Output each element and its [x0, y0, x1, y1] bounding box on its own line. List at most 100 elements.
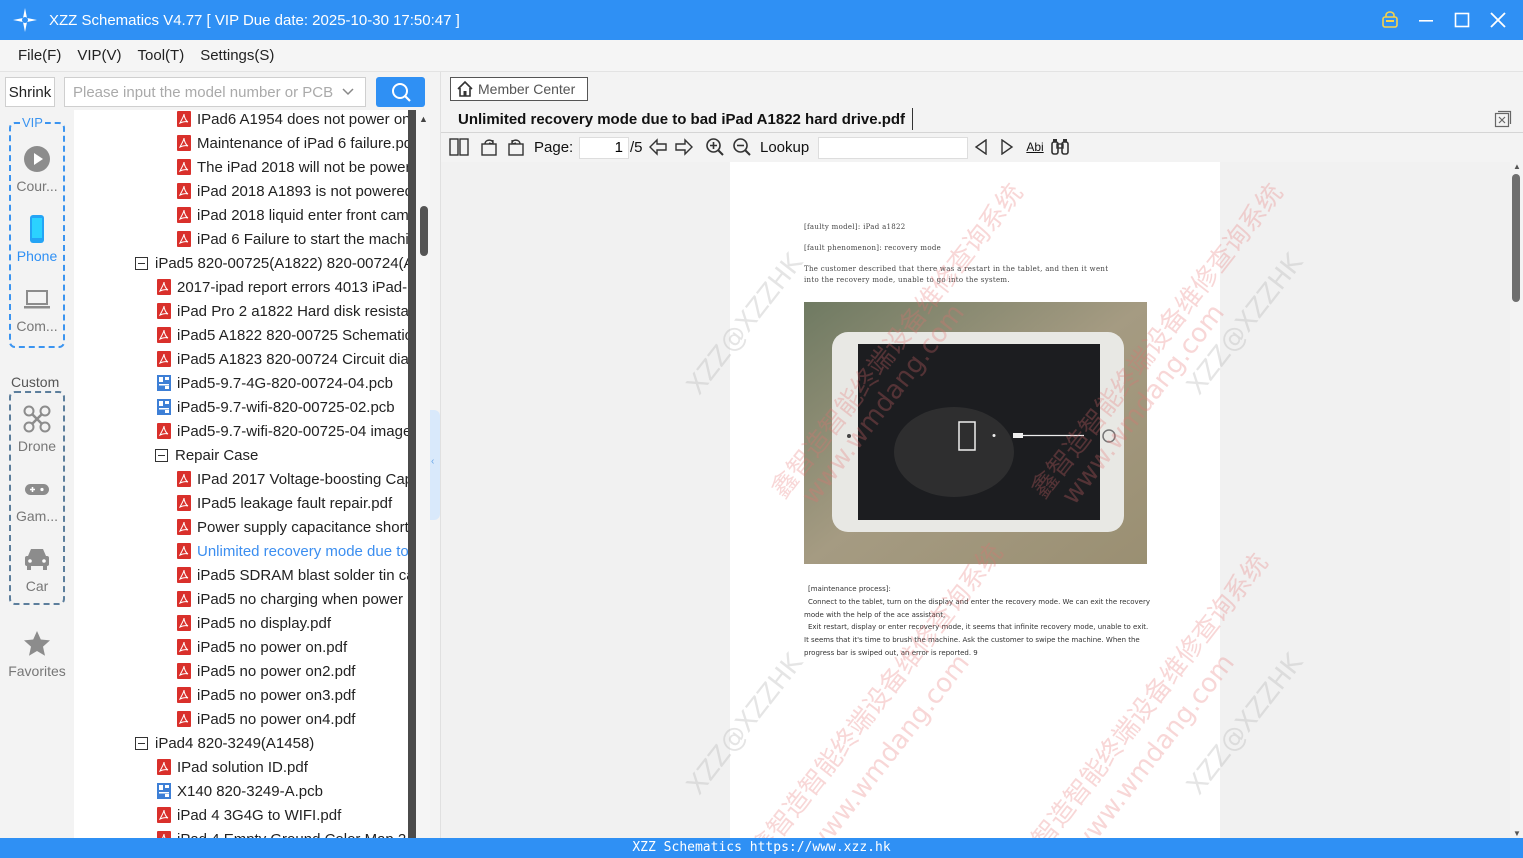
tree-file[interactable]: The iPad 2018 will not be powered [177, 155, 408, 179]
tree-file[interactable]: iPad Pro 2 a1822 Hard disk resistance [157, 299, 408, 323]
rotate-left-button[interactable] [477, 135, 501, 159]
zoom-out-icon [733, 138, 751, 156]
tree-file[interactable]: iPad 6 Failure to start the machine [177, 227, 408, 251]
tree-file[interactable]: 2017-ipad report errors 4013 iPad- [157, 275, 408, 299]
tree-folder[interactable]: iPad5 820-00725(A1822) 820-00724(A [135, 251, 408, 275]
tree-file[interactable]: X140 820-3249-A.pcb [157, 779, 408, 803]
document-tab[interactable]: Unlimited recovery mode due to bad iPad … [449, 106, 914, 132]
tree-file[interactable]: IPad 2017 Voltage-boosting Capacitor [177, 467, 408, 491]
pdf-file-icon [177, 519, 191, 535]
star-icon [24, 631, 50, 656]
tree-file[interactable]: iPad5 no charging when power [177, 587, 408, 611]
tree-file[interactable]: iPad5 SDRAM blast solder tin case [177, 563, 408, 587]
laptop-icon [24, 290, 50, 309]
tree-file[interactable]: iPad 2018 liquid enter front camera [177, 203, 408, 227]
search-button[interactable] [376, 77, 425, 107]
shrink-button[interactable]: Shrink [5, 77, 55, 107]
tree-item-label: Repair Case [175, 446, 259, 464]
tree-scroll-thumb[interactable] [420, 206, 428, 256]
tree-item-label: iPad5 A1823 820-00724 Circuit diagram [177, 350, 408, 368]
pdf-file-icon [177, 159, 191, 175]
tree-folder[interactable]: iPad4 820-3249(A1458) [135, 731, 408, 755]
category-games[interactable]: Gam... [0, 474, 74, 524]
tree-item-label: iPad 2018 liquid enter front camera [197, 206, 408, 224]
collapse-toggle-icon[interactable] [155, 448, 168, 462]
scroll-up-icon[interactable]: ▲ [419, 114, 428, 124]
car-icon [25, 549, 49, 570]
category-computer[interactable]: Com... [0, 284, 74, 334]
tree-item-label: iPad5-9.7-wifi-820-00725-02.pcb [177, 398, 395, 416]
match-case-button[interactable]: Abi [1023, 135, 1047, 159]
maximize-icon[interactable] [1451, 9, 1473, 31]
tree-file[interactable]: iPad5-9.7-wifi-820-00725-04 image [157, 419, 408, 443]
tree-file[interactable]: iPad5 no power on3.pdf [177, 683, 408, 707]
rotate-right-button[interactable] [504, 135, 528, 159]
tree-file[interactable]: iPad 4 Empty Ground Color Map 2 [157, 827, 408, 838]
pdf-file-icon [177, 567, 191, 583]
panel-collapse-handle[interactable]: ‹ [430, 410, 440, 520]
viewer-scroll-thumb[interactable] [1512, 174, 1520, 302]
pdf-viewer[interactable]: [faulty model]: iPad a1822 [fault phenom… [441, 162, 1510, 838]
two-page-icon [449, 138, 469, 156]
tree-file[interactable]: iPad5-9.7-4G-820-00724-04.pcb [157, 371, 408, 395]
tree-file[interactable]: iPad5 A1822 820-00725 Schematic [157, 323, 408, 347]
find-all-button[interactable] [1049, 135, 1071, 159]
tree-file[interactable]: iPad5-9.7-wifi-820-00725-02.pcb [157, 395, 408, 419]
search-input[interactable]: Please input the model number or PCB [64, 77, 366, 107]
tree-item-label: iPad Pro 2 a1822 Hard disk resistance [177, 302, 408, 320]
collapse-toggle-icon[interactable] [135, 736, 148, 750]
close-icon[interactable] [1487, 9, 1509, 31]
tree-file[interactable]: iPad5 no power on.pdf [177, 635, 408, 659]
zoom-in-button[interactable] [704, 135, 726, 159]
doc-process-p1: Connect to the tablet, turn on the displ… [804, 597, 1150, 619]
scroll-down-icon[interactable]: ▼ [1513, 829, 1521, 838]
tree-file[interactable]: Maintenance of iPad 6 failure.pdf [177, 131, 408, 155]
pdf-file-icon [177, 615, 191, 631]
category-phone[interactable]: Phone [0, 214, 74, 264]
pdf-file-icon [177, 231, 191, 247]
tree-file[interactable]: IPad5 leakage fault repair.pdf [177, 491, 408, 515]
tree-file[interactable]: IPad6 A1954 does not power on [177, 110, 408, 131]
tree-file[interactable]: iPad5 A1823 820-00724 Circuit diagram [157, 347, 408, 371]
pdf-file-icon [177, 663, 191, 679]
category-car[interactable]: Car [0, 544, 74, 594]
next-page-button[interactable] [673, 135, 695, 159]
tree-item-label: Maintenance of iPad 6 failure.pdf [197, 134, 408, 152]
category-drone[interactable]: Drone [0, 404, 74, 454]
menu-tool[interactable]: Tool(T) [138, 47, 185, 64]
tree-file[interactable]: Power supply capacitance short [177, 515, 408, 539]
tree-folder[interactable]: Repair Case [155, 443, 408, 467]
tree-file[interactable]: iPad5 no power on4.pdf [177, 707, 408, 731]
status-bar: XZZ Schematics https://www.xzz.hk [0, 838, 1523, 858]
tree-file[interactable]: IPad solution ID.pdf [157, 755, 408, 779]
tree-scrollbar[interactable]: ▲ [408, 110, 430, 838]
close-document-icon[interactable] [1494, 110, 1512, 128]
tree-scroll-track[interactable] [408, 110, 416, 838]
previous-page-button[interactable] [647, 135, 669, 159]
tree-file[interactable]: iPad5 no power on2.pdf [177, 659, 408, 683]
find-next-button[interactable] [997, 135, 1017, 159]
menu-vip[interactable]: VIP(V) [77, 47, 121, 64]
minimize-icon[interactable] [1415, 9, 1437, 31]
tree-file[interactable]: iPad5 no display.pdf [177, 611, 408, 635]
collapse-toggle-icon[interactable] [135, 256, 148, 270]
page-number-input[interactable]: 1 [579, 137, 629, 159]
zoom-out-button[interactable] [731, 135, 753, 159]
menu-settings[interactable]: Settings(S) [200, 47, 274, 64]
tree-file[interactable]: iPad 2018 A1893 is not powered [177, 179, 408, 203]
chevron-left-icon: ‹ [431, 456, 435, 467]
lookup-input[interactable] [818, 137, 968, 159]
lock-icon[interactable] [1379, 9, 1401, 31]
chevron-down-icon[interactable] [341, 85, 355, 99]
tree-file[interactable]: iPad 4 3G4G to WIFI.pdf [157, 803, 408, 827]
tree-item-label: iPad5 no charging when power [197, 590, 403, 608]
scroll-up-icon[interactable]: ▲ [1513, 162, 1521, 171]
tree-file[interactable]: Unlimited recovery mode due to [177, 539, 408, 563]
member-center-button[interactable]: Member Center [450, 77, 588, 101]
two-page-view-button[interactable] [447, 135, 471, 159]
find-previous-button[interactable] [971, 135, 991, 159]
menu-file[interactable]: File(F) [18, 47, 61, 64]
category-favorites[interactable]: Favorites [0, 629, 74, 679]
category-courses[interactable]: Cour... [0, 144, 74, 194]
viewer-scrollbar[interactable]: ▲ ▼ [1510, 162, 1523, 838]
